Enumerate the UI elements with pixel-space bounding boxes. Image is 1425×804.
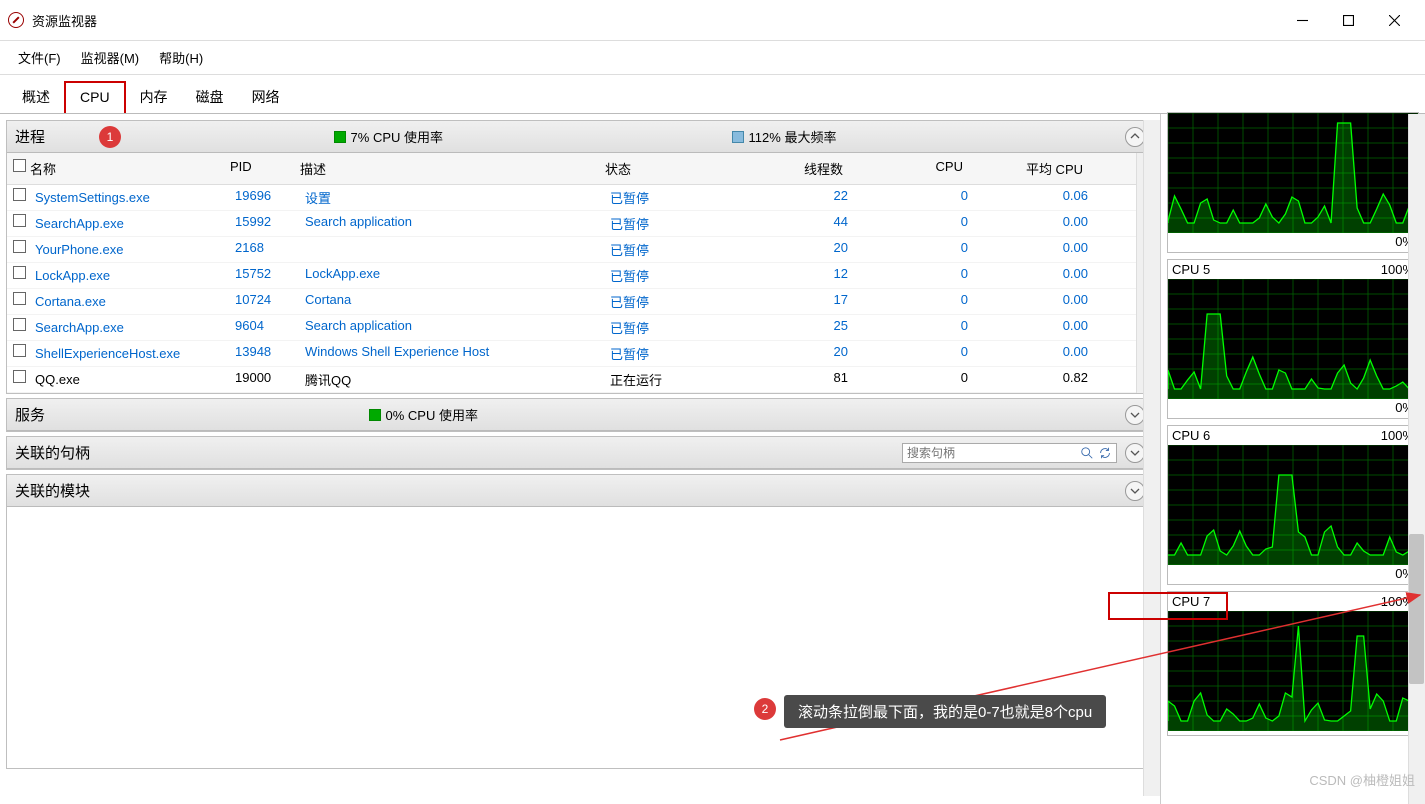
row-checkbox[interactable] <box>13 214 26 227</box>
search-icon[interactable] <box>1080 446 1094 460</box>
process-table-header: 名称 PID 描述 状态 线程数 CPU 平均 CPU <box>7 153 1136 185</box>
cpu-graphs-panel: CPU ……0%CPU 5100%0%CPU 6100%0%CPU 7100% <box>1160 114 1425 804</box>
cpu-graph-card: CPU 5100%0% <box>1167 259 1419 419</box>
tab-network[interactable]: 网络 <box>238 81 294 113</box>
watermark: CSDN @柚橙姐姐 <box>1309 770 1415 789</box>
col-status[interactable]: 状态 <box>599 156 749 181</box>
expand-button[interactable] <box>1125 481 1145 501</box>
minimize-button[interactable] <box>1279 6 1325 34</box>
col-threads[interactable]: 线程数 <box>749 156 849 181</box>
table-row[interactable]: ShellExperienceHost.exe13948Windows Shel… <box>7 341 1136 367</box>
table-row[interactable]: YourPhone.exe2168已暂停2000.00 <box>7 237 1136 263</box>
green-square-icon <box>334 131 346 143</box>
processes-panel: 进程 7% CPU 使用率 112% 最大频率 名称 PID 描述 状态 线程数 <box>6 120 1154 394</box>
graphs-scrollbar[interactable] <box>1408 114 1425 804</box>
app-icon <box>8 12 24 28</box>
annotation-badge-2: 2 <box>754 698 776 720</box>
handles-title: 关联的句柄 <box>15 442 90 463</box>
col-avg[interactable]: 平均 CPU <box>969 156 1089 181</box>
tab-disk[interactable]: 磁盘 <box>182 81 238 113</box>
scrollbar-thumb[interactable] <box>1409 534 1424 684</box>
table-row[interactable]: SystemSettings.exe19696设置已暂停2200.06 <box>7 185 1136 211</box>
annotation-tooltip: 滚动条拉倒最下面，我的是0-7也就是8个cpu <box>784 695 1106 728</box>
tab-cpu[interactable]: CPU <box>64 81 126 113</box>
processes-title: 进程 <box>15 126 45 147</box>
services-title: 服务 <box>15 404 45 425</box>
tab-memory[interactable]: 内存 <box>126 81 182 113</box>
table-row[interactable]: LockApp.exe15752LockApp.exe已暂停1200.00 <box>7 263 1136 289</box>
close-button[interactable] <box>1371 6 1417 34</box>
col-pid[interactable]: PID <box>224 156 294 181</box>
cpu-graph <box>1168 445 1418 565</box>
maximize-button[interactable] <box>1325 6 1371 34</box>
menu-help[interactable]: 帮助(H) <box>149 45 213 70</box>
menu-monitor[interactable]: 监视器(M) <box>71 45 150 70</box>
refresh-icon[interactable] <box>1098 446 1112 460</box>
expand-button[interactable] <box>1125 443 1145 463</box>
menu-file[interactable]: 文件(F) <box>8 45 71 70</box>
row-checkbox[interactable] <box>13 344 26 357</box>
max-freq-stat: 112% 最大频率 <box>732 127 837 146</box>
cpu-graph <box>1168 113 1418 233</box>
cpu-graph <box>1168 279 1418 399</box>
cpu-graph-card: CPU ……0% <box>1167 112 1419 253</box>
cpu-graph <box>1168 611 1418 731</box>
titlebar: 资源监视器 <box>0 0 1425 41</box>
table-row[interactable]: Cortana.exe10724Cortana已暂停1700.00 <box>7 289 1136 315</box>
menubar: 文件(F) 监视器(M) 帮助(H) <box>0 41 1425 75</box>
row-checkbox[interactable] <box>13 370 26 383</box>
col-name[interactable]: 名称 <box>24 156 224 181</box>
row-checkbox[interactable] <box>13 266 26 279</box>
row-checkbox[interactable] <box>13 318 26 331</box>
search-handles <box>902 443 1117 463</box>
annotation-badge-1: 1 <box>99 126 121 148</box>
green-square-icon <box>369 409 381 421</box>
window-title: 资源监视器 <box>32 11 97 30</box>
blue-square-icon <box>732 131 744 143</box>
graph-name: CPU 6 <box>1172 428 1210 443</box>
left-scrollbar[interactable] <box>1143 120 1160 796</box>
cpu-graph-card: CPU 6100%0% <box>1167 425 1419 585</box>
row-checkbox[interactable] <box>13 188 26 201</box>
cpu-usage-stat: 7% CPU 使用率 <box>334 127 443 146</box>
table-row[interactable]: QQ.exe19000腾讯QQ正在运行8100.82 <box>7 367 1136 393</box>
table-row[interactable]: SearchApp.exe9604Search application已暂停25… <box>7 315 1136 341</box>
graph-name: CPU 7 <box>1172 594 1210 609</box>
services-panel: 服务 0% CPU 使用率 <box>6 398 1154 432</box>
table-row[interactable]: SearchApp.exe15992Search application已暂停4… <box>7 211 1136 237</box>
modules-title: 关联的模块 <box>15 480 90 501</box>
graph-name: CPU 5 <box>1172 262 1210 277</box>
search-input[interactable] <box>907 446 1080 460</box>
tabbar: 概述 CPU 内存 磁盘 网络 <box>0 75 1425 114</box>
col-desc[interactable]: 描述 <box>294 156 599 181</box>
row-checkbox[interactable] <box>13 292 26 305</box>
col-cpu[interactable]: CPU <box>849 156 969 181</box>
expand-button[interactable] <box>1125 405 1145 425</box>
collapse-button[interactable] <box>1125 127 1145 147</box>
tab-overview[interactable]: 概述 <box>8 81 64 113</box>
cpu-graph-card: CPU 7100% <box>1167 591 1419 736</box>
row-checkbox[interactable] <box>13 240 26 253</box>
handles-panel: 关联的句柄 <box>6 436 1154 470</box>
